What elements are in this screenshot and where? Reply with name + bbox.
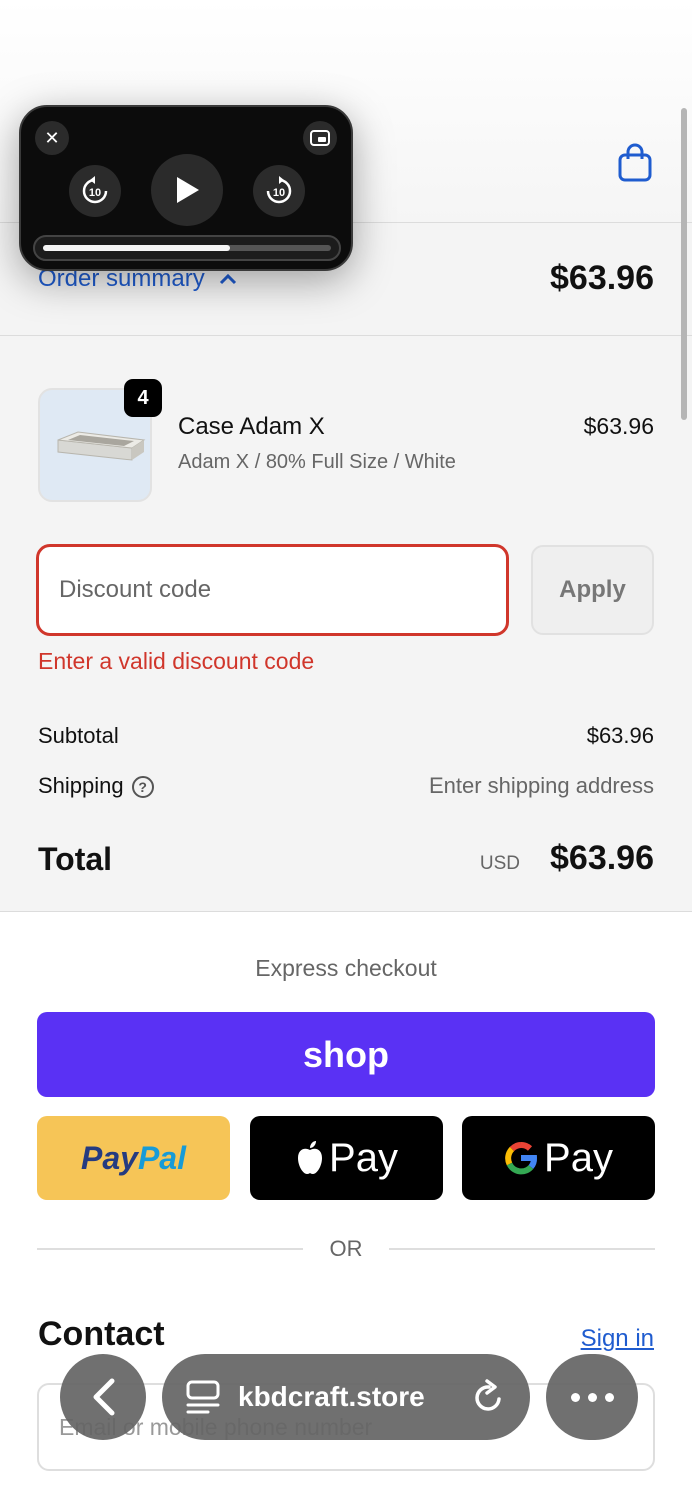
play-icon (177, 177, 199, 203)
forward-10-icon: 10 (266, 176, 292, 204)
shipping-value: Enter shipping address (428, 773, 654, 798)
picture-in-picture-icon[interactable] (303, 121, 337, 155)
progress-bar[interactable] (33, 235, 341, 261)
contact-title: Contact (38, 1315, 165, 1353)
rewind-10-icon: 10 (82, 176, 108, 204)
total-value: $63.96 (550, 839, 654, 877)
svg-text:10: 10 (89, 187, 101, 199)
paypal-logo: PayPal (81, 1139, 186, 1176)
total-currency: USD (479, 853, 520, 874)
product-price: $63.96 (583, 413, 654, 439)
reload-icon[interactable] (472, 1379, 506, 1415)
sign-in-link[interactable]: Sign in (581, 1325, 654, 1353)
more-options-button[interactable] (546, 1354, 638, 1440)
google-logo-icon (505, 1142, 538, 1175)
discount-error-message: Enter a valid discount code (38, 648, 315, 674)
divider (0, 335, 692, 336)
quantity-badge: 4 (124, 379, 162, 417)
apply-discount-button[interactable]: Apply (531, 545, 654, 635)
product-variant: Adam X / 80% Full Size / White (178, 451, 456, 473)
total-label: Total (38, 841, 113, 877)
help-icon[interactable]: ? (131, 776, 154, 799)
apple-pay-label: Pay (329, 1135, 398, 1180)
shop-pay-label: shop (303, 1033, 389, 1075)
express-checkout-title: Express checkout (255, 955, 437, 981)
discount-code-input[interactable]: Discount code (36, 544, 509, 636)
play-button[interactable] (151, 154, 223, 226)
progress-fill (43, 245, 230, 251)
product-name: Case Adam X (178, 413, 325, 440)
url-text: kbdcraft.store (238, 1381, 425, 1412)
scrollbar[interactable] (681, 108, 687, 420)
back-button[interactable] (60, 1354, 146, 1440)
skip-back-button[interactable]: 10 (69, 165, 121, 217)
order-summary-total: $63.96 (550, 259, 654, 297)
apple-logo-icon (298, 1141, 323, 1174)
or-label: OR (329, 1236, 363, 1261)
more-icon (570, 1392, 580, 1402)
google-pay-button[interactable]: Pay (462, 1116, 655, 1200)
subtotal-value: $63.96 (586, 723, 654, 748)
shipping-label-row: Shipping? (38, 773, 154, 799)
order-summary-section: Order summary $63.96 4 Case Adam X Adam … (0, 222, 692, 912)
tab-overview-icon (186, 1380, 220, 1414)
chevron-up-icon (219, 273, 236, 285)
address-bar[interactable]: kbdcraft.store (162, 1354, 530, 1440)
shipping-label: Shipping (38, 773, 124, 798)
close-icon[interactable]: ✕ (35, 121, 69, 155)
chevron-left-icon (93, 1378, 115, 1416)
shop-pay-button[interactable]: shop (37, 1012, 655, 1097)
apple-pay-button[interactable]: Pay (250, 1116, 443, 1200)
svg-text:10: 10 (273, 187, 285, 199)
google-pay-label: Pay (544, 1135, 613, 1180)
skip-forward-button[interactable]: 10 (253, 165, 305, 217)
media-player[interactable]: ✕ 10 10 (19, 105, 353, 271)
paypal-button[interactable]: PayPal (37, 1116, 230, 1200)
shopping-bag-icon[interactable] (616, 143, 654, 183)
subtotal-label: Subtotal (38, 723, 119, 748)
